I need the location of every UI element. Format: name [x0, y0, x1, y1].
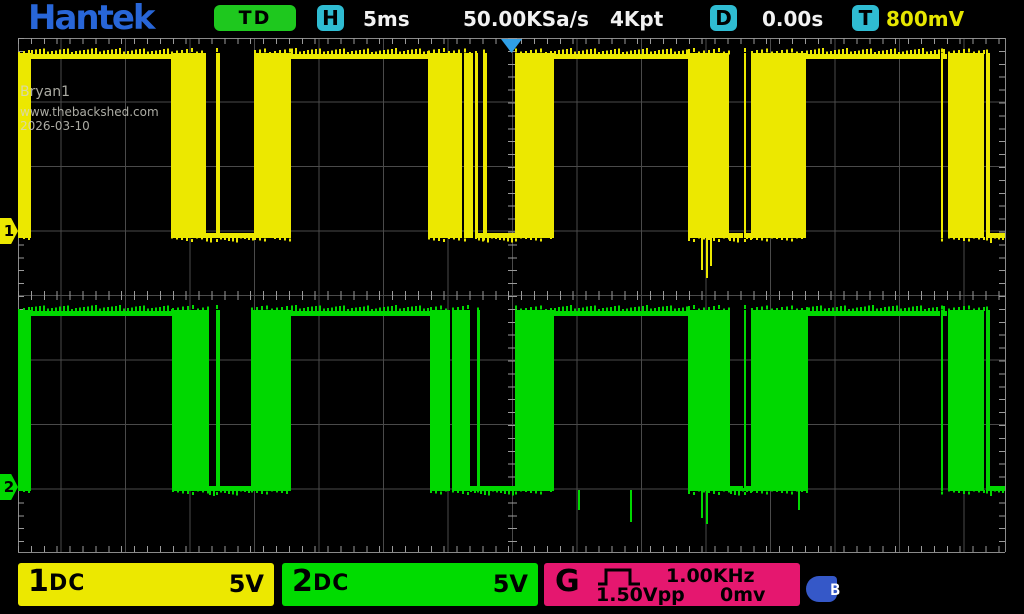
ch1-volts-per-div: 5V	[229, 570, 264, 598]
ch2-volts-per-div: 5V	[493, 570, 528, 598]
bus-status-badge: B	[806, 576, 837, 602]
watermark: Bryan1 www.thebackshed.com 2026-03-10	[20, 84, 159, 134]
ch1-info-box[interactable]: 1 DC 5V	[18, 563, 274, 606]
generator-offset: 0mv	[720, 584, 765, 606]
ch1-coupling: DC	[49, 571, 85, 596]
channel-info-bar: 1 DC 5V 2 DC 5V G 1.00KHz 1.50Vpp 0mv B	[0, 558, 1024, 614]
ch2-info-box[interactable]: 2 DC 5V	[282, 563, 538, 606]
bus-badge-letter: B	[830, 580, 840, 599]
oscilloscope-screen: Hantek TD H 5ms 50.00KSa/s 4Kpt D 0.00s …	[0, 0, 1024, 614]
watermark-date: 2026-03-10	[20, 120, 159, 134]
ch1-number: 1	[28, 564, 49, 599]
generator-info-box[interactable]: G 1.00KHz 1.50Vpp 0mv	[544, 563, 800, 606]
ch2-coupling: DC	[313, 571, 349, 596]
watermark-site: www.thebackshed.com	[20, 106, 159, 120]
watermark-user: Bryan1	[20, 84, 159, 100]
ch2-number: 2	[292, 564, 313, 599]
generator-amplitude: 1.50Vpp	[596, 584, 685, 606]
generator-label: G	[555, 564, 580, 599]
